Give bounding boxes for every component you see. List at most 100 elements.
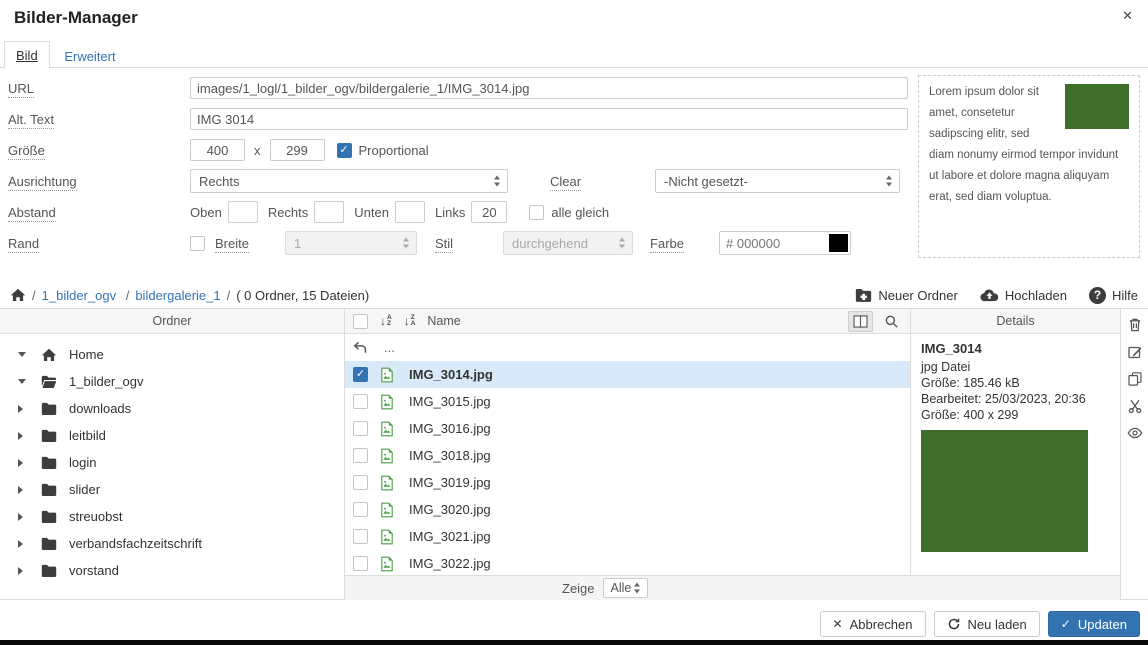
file-checkbox[interactable] (353, 556, 368, 571)
tab-erweitert[interactable]: Erweitert (53, 43, 126, 69)
file-row[interactable]: IMG_3018.jpg (345, 442, 910, 469)
upload-button[interactable]: Hochladen (980, 288, 1067, 303)
detail-file-type: jpg Datei (921, 359, 1110, 375)
color-swatch[interactable] (829, 234, 848, 252)
caret-icon[interactable] (18, 459, 30, 467)
new-folder-button[interactable]: Neuer Ordner (855, 288, 957, 303)
file-row[interactable]: IMG_3016.jpg (345, 415, 910, 442)
folder-tree-item[interactable]: 1_bilder_ogv (0, 368, 344, 395)
caret-icon[interactable] (18, 513, 30, 521)
caret-icon[interactable] (18, 540, 30, 548)
zeige-select[interactable]: Alle (603, 578, 649, 598)
image-file-icon (379, 475, 395, 491)
delete-icon[interactable] (1127, 317, 1143, 333)
height-input[interactable] (270, 139, 325, 161)
close-icon[interactable]: ✕ (1122, 9, 1133, 23)
image-file-icon (379, 367, 395, 383)
select-stepper-icon (403, 238, 410, 249)
proportional-label: Proportional (359, 143, 429, 158)
update-button[interactable]: ✓ Updaten (1048, 611, 1140, 637)
border-style-select[interactable]: durchgehend (503, 231, 633, 255)
equal-margins-checkbox[interactable] (529, 205, 544, 220)
image-file-icon (379, 394, 395, 410)
cancel-button[interactable]: ✕ Abbrechen (820, 611, 926, 637)
caret-icon[interactable] (18, 486, 30, 494)
file-row[interactable]: IMG_3020.jpg (345, 496, 910, 523)
up-arrow-icon (353, 341, 368, 354)
file-checkbox[interactable] (353, 367, 368, 382)
reload-button[interactable]: Neu laden (934, 611, 1040, 637)
border-style-label: Stil (435, 236, 453, 253)
file-checkbox[interactable] (353, 529, 368, 544)
caret-icon[interactable] (18, 432, 30, 440)
margin-bottom-input[interactable] (395, 201, 425, 223)
cut-icon[interactable] (1127, 398, 1143, 414)
size-separator: x (254, 143, 261, 158)
alt-text-input[interactable] (190, 108, 908, 130)
caret-icon[interactable] (18, 352, 30, 357)
dialog-footer: ✕ Abbrechen Neu laden ✓ Updaten (0, 600, 1148, 640)
url-input[interactable] (190, 77, 908, 99)
folder-tree-item[interactable]: leitbild (0, 422, 344, 449)
folder-name: slider (69, 482, 100, 497)
size-label: Größe (8, 143, 45, 160)
refresh-icon (947, 617, 961, 631)
clear-select[interactable]: -Nicht gesetzt- (655, 169, 900, 193)
file-name: IMG_3020.jpg (409, 502, 491, 517)
file-checkbox[interactable] (353, 421, 368, 436)
sort-alpha-asc-icon[interactable]: ↓AZ (380, 315, 392, 328)
parent-folder-row[interactable]: ... (345, 334, 910, 361)
image-file-icon (379, 556, 395, 572)
border-color-field[interactable] (719, 231, 851, 255)
details-header: Details (911, 309, 1120, 334)
align-select[interactable]: Rechts (190, 169, 508, 193)
caret-icon[interactable] (18, 405, 30, 413)
caret-icon[interactable] (18, 379, 30, 384)
zeige-label: Zeige (562, 581, 595, 596)
clear-label: Clear (550, 174, 581, 191)
file-row[interactable]: IMG_3022.jpg (345, 550, 910, 575)
breadcrumb: /1_bilder_ogv /bildergalerie_1 (26, 288, 221, 303)
caret-icon[interactable] (18, 567, 30, 575)
folder-tree-item[interactable]: slider (0, 476, 344, 503)
page-title: Bilder-Manager (14, 8, 138, 28)
name-column-header[interactable]: Name (427, 314, 460, 328)
folder-tree-item[interactable]: Home (0, 341, 344, 368)
check-icon: ✓ (1061, 618, 1071, 630)
border-width-select[interactable]: 1 (285, 231, 417, 255)
file-checkbox[interactable] (353, 448, 368, 463)
tab-bild[interactable]: Bild (4, 41, 50, 69)
help-button[interactable]: ? Hilfe (1089, 287, 1138, 304)
folder-tree-item[interactable]: streuobst (0, 503, 344, 530)
width-input[interactable] (190, 139, 245, 161)
folder-tree-item[interactable]: verbandsfachzeitschrift (0, 530, 344, 557)
margin-left-input[interactable] (471, 201, 507, 223)
file-list-panel: ↓AZ ↓ZA Name ... (345, 309, 910, 599)
file-row[interactable]: IMG_3021.jpg (345, 523, 910, 550)
margin-right-input[interactable] (314, 201, 344, 223)
rename-icon[interactable] (1127, 344, 1143, 360)
preview-eye-icon[interactable] (1127, 425, 1143, 441)
file-row[interactable]: IMG_3015.jpg (345, 388, 910, 415)
breadcrumb-link[interactable]: bildergalerie_1 (135, 288, 220, 303)
folder-tree-item[interactable]: vorstand (0, 557, 344, 584)
layout-toggle-button[interactable] (848, 311, 873, 332)
folder-tree-item[interactable]: login (0, 449, 344, 476)
file-checkbox[interactable] (353, 502, 368, 517)
sort-alpha-desc-icon[interactable]: ↓ZA (404, 315, 416, 328)
folder-tree-item[interactable]: downloads (0, 395, 344, 422)
select-all-checkbox[interactable] (353, 314, 368, 329)
breadcrumb-link[interactable]: 1_bilder_ogv (42, 288, 116, 303)
file-checkbox[interactable] (353, 394, 368, 409)
file-row[interactable]: IMG_3019.jpg (345, 469, 910, 496)
search-icon[interactable] (884, 314, 899, 329)
margin-top-input[interactable] (228, 201, 258, 223)
file-checkbox[interactable] (353, 475, 368, 490)
proportional-checkbox[interactable] (337, 143, 352, 158)
file-row[interactable]: IMG_3014.jpg (345, 361, 910, 388)
border-checkbox[interactable] (190, 236, 205, 251)
folder-open-icon (41, 375, 57, 389)
detail-file-size: Größe: 185.46 kB (921, 375, 1110, 391)
home-icon[interactable] (10, 288, 26, 302)
copy-icon[interactable] (1127, 371, 1143, 387)
